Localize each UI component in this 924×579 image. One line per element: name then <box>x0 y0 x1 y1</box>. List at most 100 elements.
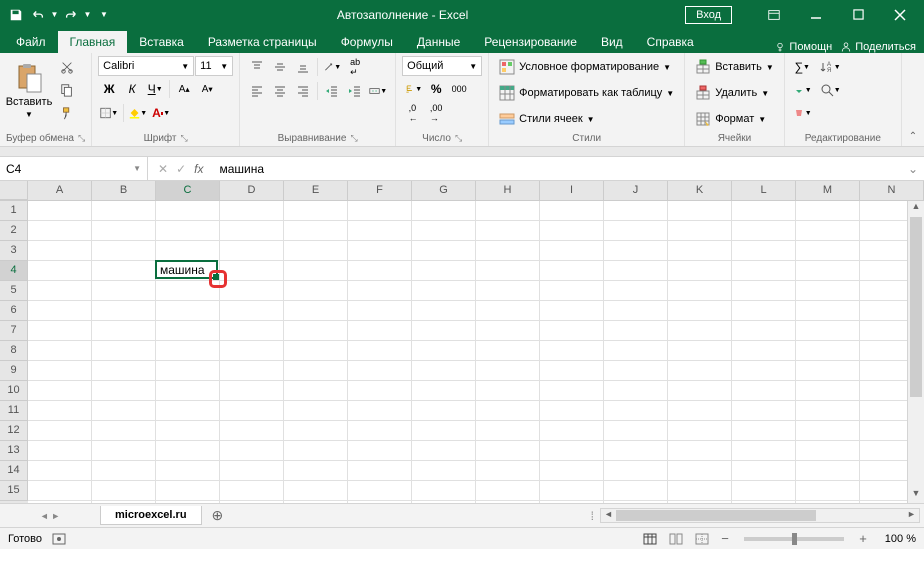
scroll-left-icon[interactable]: ◄ <box>601 509 616 522</box>
row-header[interactable]: 11 <box>0 401 28 421</box>
align-top-icon[interactable] <box>246 56 268 78</box>
align-left-icon[interactable] <box>246 80 268 102</box>
minimize-icon[interactable] <box>796 1 836 29</box>
align-bottom-icon[interactable] <box>292 56 314 78</box>
login-button[interactable]: Вход <box>685 6 732 24</box>
number-format-select[interactable]: Общий▼ <box>402 56 482 76</box>
dialog-launcher-icon[interactable]: ⤡ <box>181 133 188 144</box>
column-header[interactable]: B <box>92 181 156 200</box>
find-icon[interactable]: ▼ <box>818 79 843 101</box>
row-header[interactable]: 3 <box>0 241 28 261</box>
column-header[interactable]: K <box>668 181 732 200</box>
increase-decimal-icon[interactable]: ,0← <box>402 102 424 124</box>
tab-layout[interactable]: Разметка страницы <box>196 31 329 53</box>
scroll-right-icon[interactable]: ► <box>904 509 919 522</box>
cell-styles-button[interactable]: Стили ячеек▼ <box>495 108 598 130</box>
zoom-slider[interactable] <box>744 537 844 541</box>
name-box[interactable]: C4▼ <box>0 157 148 180</box>
column-header[interactable]: L <box>732 181 796 200</box>
row-header[interactable]: 13 <box>0 441 28 461</box>
row-header[interactable]: 5 <box>0 281 28 301</box>
page-break-view-icon[interactable] <box>692 530 712 548</box>
sheet-tab[interactable]: microexcel.ru <box>100 506 202 525</box>
increase-indent-icon[interactable] <box>344 80 366 102</box>
tell-me-button[interactable]: Помощн <box>774 41 832 53</box>
redo-icon[interactable] <box>61 5 81 25</box>
merge-icon[interactable]: ▼ <box>367 80 389 102</box>
zoom-in-button[interactable]: + <box>856 531 870 546</box>
fill-color-icon[interactable]: ▼ <box>127 102 149 124</box>
row-header[interactable]: 12 <box>0 421 28 441</box>
format-table-button[interactable]: Форматировать как таблицу▼ <box>495 82 678 104</box>
row-header[interactable]: 7 <box>0 321 28 341</box>
scrollbar-thumb[interactable] <box>616 510 816 521</box>
align-middle-icon[interactable] <box>269 56 291 78</box>
tab-file[interactable]: Файл <box>4 31 58 53</box>
row-header[interactable]: 2 <box>0 221 28 241</box>
share-button[interactable]: Поделиться <box>840 41 916 53</box>
font-color-icon[interactable]: А▼ <box>150 102 172 124</box>
font-name-select[interactable]: Calibri▼ <box>98 56 194 76</box>
insert-cells-button[interactable]: Вставить▼ <box>691 56 778 78</box>
column-header[interactable]: M <box>796 181 860 200</box>
tab-home[interactable]: Главная <box>58 31 128 53</box>
column-header[interactable]: C <box>156 181 220 200</box>
row-header[interactable]: 1 <box>0 201 28 221</box>
clear-icon[interactable]: ▼ <box>791 102 814 124</box>
normal-view-icon[interactable] <box>640 530 660 548</box>
qat-dropdown-icon[interactable]: ▼ <box>83 5 92 25</box>
save-icon[interactable] <box>6 5 26 25</box>
column-header[interactable]: F <box>348 181 412 200</box>
cells-area[interactable]: машина <box>28 201 907 503</box>
decrease-decimal-icon[interactable]: ,00→ <box>425 102 447 124</box>
column-header[interactable]: E <box>284 181 348 200</box>
sort-filter-icon[interactable]: AЯ▼ <box>818 56 843 78</box>
zoom-level[interactable]: 100 % <box>876 533 916 545</box>
row-header[interactable]: 10 <box>0 381 28 401</box>
add-sheet-button[interactable]: ⊕ <box>202 507 234 524</box>
expand-formula-icon[interactable]: ⌄ <box>902 162 924 176</box>
fill-icon[interactable]: ▼ <box>791 79 814 101</box>
currency-icon[interactable]: ▼ <box>402 78 424 100</box>
increase-font-icon[interactable]: A▴ <box>173 78 195 100</box>
borders-icon[interactable]: ▼ <box>98 102 120 124</box>
conditional-format-button[interactable]: Условное форматирование▼ <box>495 56 675 78</box>
underline-button[interactable]: Ч ▼ <box>144 78 166 100</box>
column-header[interactable]: A <box>28 181 92 200</box>
font-size-select[interactable]: 11▼ <box>195 56 233 76</box>
row-header[interactable]: 6 <box>0 301 28 321</box>
column-header[interactable]: D <box>220 181 284 200</box>
cancel-icon[interactable]: ✕ <box>158 162 168 176</box>
qat-dropdown-icon[interactable]: ▼ <box>50 5 59 25</box>
row-header[interactable]: 8 <box>0 341 28 361</box>
tab-help[interactable]: Справка <box>635 31 706 53</box>
horizontal-scrollbar[interactable]: ◄ ► <box>600 508 920 523</box>
macro-record-icon[interactable] <box>52 532 66 546</box>
italic-button[interactable]: К <box>121 78 143 100</box>
scrollbar-thumb[interactable] <box>910 217 922 397</box>
tab-formulas[interactable]: Формулы <box>329 31 405 53</box>
row-header[interactable]: 9 <box>0 361 28 381</box>
sheet-nav[interactable]: ◄ ► <box>0 511 100 521</box>
formula-input[interactable]: машина <box>213 162 901 176</box>
decrease-font-icon[interactable]: A▾ <box>196 78 218 100</box>
maximize-icon[interactable] <box>838 1 878 29</box>
scroll-down-icon[interactable]: ▼ <box>908 488 924 503</box>
vertical-scrollbar[interactable]: ▲ ▼ <box>907 201 924 503</box>
zoom-out-button[interactable]: − <box>718 531 732 546</box>
page-layout-view-icon[interactable] <box>666 530 686 548</box>
format-cells-button[interactable]: Формат▼ <box>691 108 770 130</box>
row-header[interactable]: 14 <box>0 461 28 481</box>
scroll-up-icon[interactable]: ▲ <box>908 201 924 216</box>
cut-icon[interactable] <box>56 56 78 78</box>
comma-icon[interactable]: 000 <box>448 78 470 100</box>
paste-button[interactable]: Вставить ▼ <box>6 56 52 124</box>
tab-review[interactable]: Рецензирование <box>472 31 589 53</box>
orientation-icon[interactable]: ▼ <box>321 56 343 78</box>
tab-insert[interactable]: Вставка <box>127 31 196 53</box>
dialog-launcher-icon[interactable]: ⤡ <box>78 133 85 144</box>
bold-button[interactable]: Ж <box>98 78 120 100</box>
collapse-ribbon-icon[interactable]: ⌃ <box>909 131 917 142</box>
column-header[interactable]: H <box>476 181 540 200</box>
percent-icon[interactable]: % <box>425 78 447 100</box>
